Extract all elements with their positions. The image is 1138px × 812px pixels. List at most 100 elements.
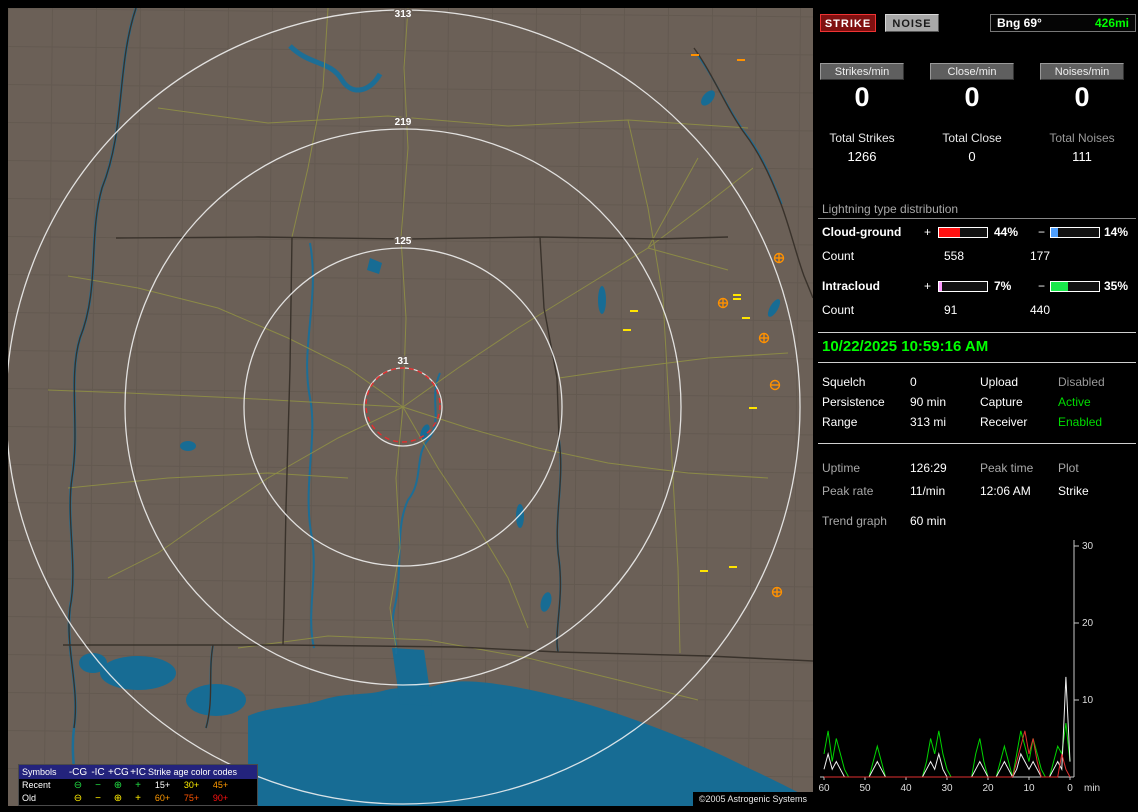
cg-minus-gauge bbox=[1050, 227, 1100, 238]
trend-graph: 10 20 30 60 50 40 30 20 10 0 min bbox=[818, 540, 1100, 794]
svg-text:min: min bbox=[1084, 783, 1100, 794]
age-code: 15+ bbox=[154, 780, 171, 790]
svg-text:10: 10 bbox=[1082, 695, 1094, 706]
persistence-value: 90 min bbox=[910, 395, 947, 409]
age-code: 45+ bbox=[212, 780, 229, 790]
cg-plus-pct: 44% bbox=[994, 225, 1019, 239]
ic-minus-pct: 35% bbox=[1104, 279, 1129, 293]
strike-symbol bbox=[758, 332, 770, 344]
svg-text:40: 40 bbox=[900, 783, 912, 794]
upload-value: Disabled bbox=[1058, 375, 1105, 389]
trend-graph-label: Trend graph bbox=[822, 514, 887, 528]
radar-map[interactable]: 313 219 125 31 bbox=[8, 8, 813, 806]
close-per-min-value: 0 bbox=[964, 82, 980, 112]
legend-col-neg-cg: -CG bbox=[68, 766, 88, 778]
noise-button[interactable]: NOISE bbox=[885, 14, 939, 32]
range-value: 313 mi bbox=[910, 415, 947, 429]
date-time-display: 10/22/2025 10:59:16 AM bbox=[822, 338, 989, 355]
circle-minus-icon: ⊖ bbox=[73, 793, 83, 804]
legend-symbols-header: Symbols bbox=[22, 766, 57, 777]
legend-col-pos-ic: +IC bbox=[130, 766, 146, 778]
capture-value: Active bbox=[1058, 395, 1091, 409]
plus-icon: + bbox=[135, 780, 141, 791]
upload-label: Upload bbox=[980, 375, 1019, 389]
cg-minus-gauge-fill bbox=[1051, 228, 1058, 237]
strike-symbol bbox=[773, 252, 785, 264]
ic-minus-gauge-fill bbox=[1051, 282, 1068, 291]
bearing-range: 426mi bbox=[1094, 16, 1129, 30]
distribution-header: Lightning type distribution bbox=[822, 202, 959, 216]
circle-plus-icon: ⊕ bbox=[113, 793, 123, 804]
minus-icon: − bbox=[95, 780, 101, 791]
receiver-value: Enabled bbox=[1058, 415, 1103, 429]
copyright-notice: ©2005 Astrogenic Systems bbox=[692, 792, 813, 806]
peak-time-value: 12:06 AM bbox=[980, 484, 1031, 498]
map-area[interactable]: 313 219 125 31 Symbols -CG -IC +CG +IC Stri… bbox=[8, 8, 813, 806]
bearing-label: Bng 69° bbox=[997, 16, 1042, 30]
legend-recent-label: Recent bbox=[22, 780, 51, 790]
intracloud-label: Intracloud bbox=[822, 279, 881, 293]
legend-row-recent: Recent ⊖ − ⊕ + 15+ 30+ 45+ bbox=[19, 779, 257, 792]
trend-graph-value: 60 min bbox=[910, 514, 947, 528]
svg-text:30: 30 bbox=[1082, 541, 1094, 552]
legend-old-label: Old bbox=[22, 793, 37, 803]
legend-row-old: Old ⊖ − ⊕ + 60+ 75+ 90+ bbox=[19, 792, 257, 805]
ic-plus-count: 91 bbox=[944, 303, 958, 317]
plus-sign: + bbox=[924, 225, 932, 239]
ic-minus-gauge bbox=[1050, 281, 1100, 292]
noises-per-min-box[interactable]: Noises/min bbox=[1040, 63, 1124, 80]
total-noises-value: 111 bbox=[1072, 149, 1092, 164]
bearing-readout: Bng 69° 426mi bbox=[990, 14, 1136, 32]
peak-rate-label: Peak rate bbox=[822, 484, 874, 498]
total-close-label: Total Close bbox=[942, 131, 1002, 145]
circle-minus-icon: ⊖ bbox=[73, 780, 83, 791]
divider bbox=[818, 443, 1136, 444]
svg-text:30: 30 bbox=[941, 783, 953, 794]
cg-minus-count: 177 bbox=[1030, 249, 1051, 263]
uptime-label: Uptime bbox=[822, 461, 861, 475]
trend-series-strikes bbox=[823, 723, 1071, 778]
plus-sign: + bbox=[924, 279, 932, 293]
minus-sign: − bbox=[1038, 279, 1046, 293]
plot-value: Strike bbox=[1058, 484, 1089, 498]
count-label: Count bbox=[822, 303, 855, 317]
range-ring-label: 125 bbox=[395, 236, 412, 247]
status-panel: STRIKE NOISE Bng 69° 426mi Strikes/min C… bbox=[818, 0, 1138, 812]
ic-minus-count: 440 bbox=[1030, 303, 1051, 317]
svg-text:20: 20 bbox=[982, 783, 994, 794]
ic-plus-pct: 7% bbox=[994, 279, 1012, 293]
svg-text:60: 60 bbox=[818, 783, 830, 794]
squelch-label: Squelch bbox=[822, 375, 866, 389]
uptime-value: 126:29 bbox=[910, 461, 947, 475]
legend-age-header: Strike age color codes bbox=[148, 766, 238, 777]
legend-col-pos-cg: +CG bbox=[108, 766, 129, 778]
count-label: Count bbox=[822, 249, 855, 263]
peak-time-label: Peak time bbox=[980, 461, 1034, 475]
divider bbox=[818, 218, 1136, 219]
noises-per-min-value: 0 bbox=[1074, 82, 1090, 112]
strike-button[interactable]: STRIKE bbox=[820, 14, 876, 32]
age-code: 30+ bbox=[183, 780, 200, 790]
minus-icon: − bbox=[95, 793, 101, 804]
divider bbox=[818, 332, 1136, 333]
strikes-per-min-value: 0 bbox=[854, 82, 870, 112]
range-ring-label: 219 bbox=[395, 117, 412, 128]
capture-label: Capture bbox=[980, 395, 1023, 409]
receiver-label: Receiver bbox=[980, 415, 1028, 429]
peak-rate-value: 11/min bbox=[910, 484, 946, 498]
svg-text:0: 0 bbox=[1067, 783, 1073, 794]
close-per-min-box[interactable]: Close/min bbox=[930, 63, 1014, 80]
range-ring-label: 313 bbox=[395, 9, 412, 20]
total-strikes-value: 1266 bbox=[847, 149, 877, 164]
ic-plus-gauge bbox=[938, 281, 988, 292]
age-code: 75+ bbox=[183, 793, 200, 803]
svg-text:10: 10 bbox=[1023, 783, 1035, 794]
ic-plus-gauge-fill bbox=[939, 282, 943, 291]
circle-plus-icon: ⊕ bbox=[113, 780, 123, 791]
cg-minus-pct: 14% bbox=[1104, 225, 1129, 239]
plus-icon: + bbox=[135, 793, 141, 804]
svg-text:20: 20 bbox=[1082, 618, 1094, 629]
total-noises-label: Total Noises bbox=[1049, 131, 1115, 145]
strikes-per-min-box[interactable]: Strikes/min bbox=[820, 63, 904, 80]
range-label: Range bbox=[822, 415, 858, 429]
